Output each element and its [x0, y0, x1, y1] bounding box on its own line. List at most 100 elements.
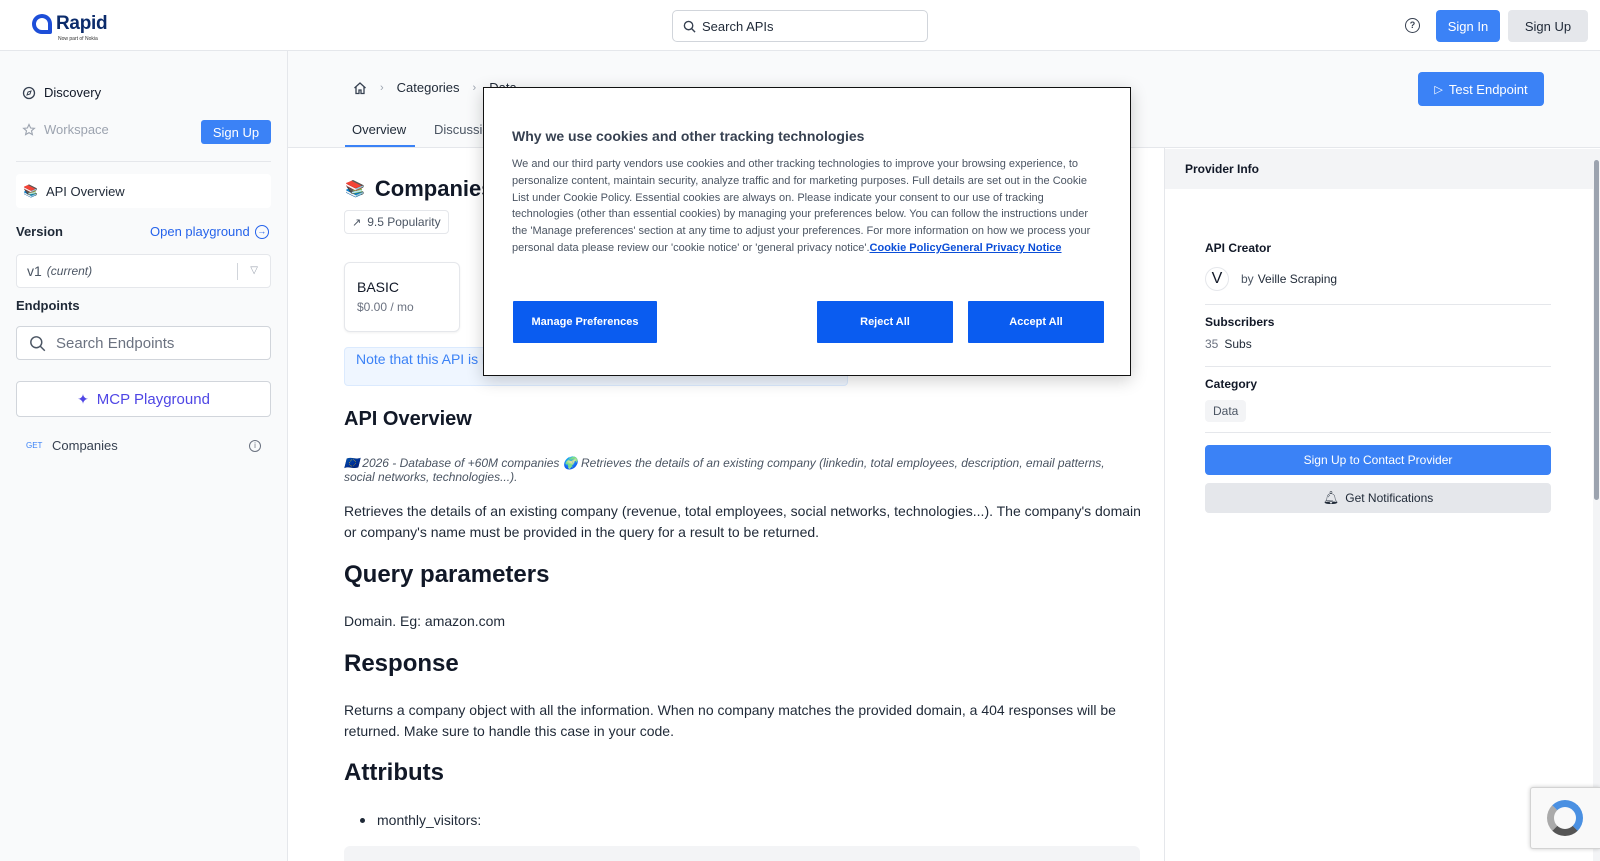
mcp-playground-label: MCP Playground: [96, 390, 210, 408]
get-notifications-button[interactable]: 🔔︎ Get Notifications: [1205, 483, 1551, 513]
sidebar-divider: [16, 161, 271, 162]
api-overview-label: API Overview: [45, 183, 125, 199]
accept-all-button[interactable]: Accept All: [968, 301, 1104, 343]
open-playground-link[interactable]: Open playground →: [150, 224, 269, 239]
endpoint-method: GET: [26, 441, 43, 450]
breadcrumb-item[interactable]: Categories: [397, 80, 460, 95]
scrollbar-thumb[interactable]: [1594, 160, 1599, 500]
search-apis-input[interactable]: Search APIs: [672, 10, 928, 42]
cookie-dialog-body: We and our third party vendors use cooki…: [512, 156, 1102, 257]
query-parameters-text: Domain. Eg: amazon.com: [344, 613, 506, 629]
sidebar-item-api-overview[interactable]: 📚 API Overview: [16, 174, 271, 208]
version-note: (current): [46, 264, 93, 278]
api-summary: 🇪🇺 2026 - Database of +60M companies 🌍 R…: [344, 456, 1105, 484]
books-icon: 📚: [345, 181, 365, 198]
bell-icon: 🔔︎: [1322, 490, 1340, 505]
test-endpoint-label: Test Endpoint: [1448, 81, 1528, 97]
attributs-heading: Attributs: [344, 759, 444, 786]
divider: [1205, 432, 1551, 433]
logo-text: Rapid: [56, 13, 108, 34]
subscribers-label: Subscribers: [1205, 315, 1275, 329]
search-endpoints-input[interactable]: Search Endpoints: [16, 326, 271, 360]
category-label: Category: [1205, 377, 1258, 391]
endpoint-item-companies[interactable]: GET Companies i: [26, 438, 271, 453]
sidebar-label-workspace: Workspace: [44, 122, 109, 137]
divider: [1205, 304, 1551, 305]
open-playground-label: Open playground: [150, 224, 250, 239]
select-separator: [237, 263, 238, 280]
arrow-right-circle-icon: →: [254, 224, 269, 239]
search-icon: [683, 20, 696, 33]
recaptcha-icon: [1547, 800, 1583, 836]
cookie-dialog-title: Why we use cookies and other tracking te…: [512, 128, 865, 144]
attribute-name: monthly_visitors:: [377, 812, 482, 828]
divider: [1205, 366, 1551, 367]
plan-name: BASIC: [357, 279, 400, 295]
home-icon[interactable]: [353, 81, 367, 95]
query-parameters-heading: Query parameters: [344, 561, 550, 588]
sign-up-button[interactable]: Sign Up: [1508, 10, 1588, 42]
plan-price: $0.00 / mo: [357, 300, 414, 314]
cookie-consent-dialog: Why we use cookies and other tracking te…: [483, 87, 1131, 376]
search-placeholder: Search APIs: [702, 18, 774, 34]
play-icon: ▷: [1434, 83, 1443, 96]
logo-tagline: Now part of Nokia: [58, 36, 98, 42]
books-icon: 📚: [23, 184, 38, 198]
sign-up-to-contact-provider-button[interactable]: Sign Up to Contact Provider: [1205, 445, 1551, 475]
cookie-policy-link[interactable]: Cookie Policy: [870, 242, 942, 254]
creator-name: Veille Scraping: [1257, 272, 1338, 286]
rapid-logo-icon: [32, 14, 52, 34]
breadcrumb-separator: ›: [380, 81, 384, 94]
pricing-plan-basic[interactable]: BASIC $0.00 / mo: [344, 262, 460, 332]
avatar: V: [1205, 267, 1229, 291]
popularity-badge: ↗ 9.5 Popularity: [344, 210, 449, 234]
bullet-dot: [360, 817, 365, 823]
mcp-playground-button[interactable]: ✦ MCP Playground: [16, 381, 271, 417]
left-sidebar: Discovery Workspace Sign Up 📚 API Overvi…: [0, 51, 288, 861]
endpoint-name: Companies: [52, 438, 118, 453]
get-notifications-label: Get Notifications: [1345, 491, 1434, 505]
search-endpoints-placeholder: Search Endpoints: [56, 334, 175, 352]
breadcrumb-separator: ›: [472, 81, 477, 94]
api-description: Retrieves the details of an existing com…: [344, 503, 1141, 540]
list-item: monthly_visitors:: [360, 812, 481, 828]
active-tab-indicator: [345, 145, 415, 147]
tab-overview[interactable]: Overview: [352, 122, 406, 137]
sparkle-icon: ✦: [77, 390, 89, 407]
provider-info-header: Provider Info: [1165, 149, 1593, 189]
sidebar-label-discovery: Discovery: [44, 85, 102, 100]
subscribers-number: 35: [1205, 337, 1219, 351]
recaptcha-badge[interactable]: [1530, 787, 1600, 849]
trending-up-icon: ↗: [352, 216, 362, 229]
sidebar-sign-up-button[interactable]: Sign Up: [201, 120, 271, 144]
cookie-dialog-text: We and our third party vendors use cooki…: [512, 158, 1091, 254]
endpoints-label: Endpoints: [16, 298, 80, 313]
general-privacy-notice-link[interactable]: General Privacy Notice: [942, 242, 1062, 254]
response-text: Returns a company object with all the in…: [344, 702, 1116, 739]
code-block: [344, 846, 1140, 861]
creator-by: by: [1241, 272, 1254, 286]
version-select[interactable]: v1 (current) ▽: [16, 254, 271, 288]
version-value: v1: [27, 263, 42, 279]
chevron-down-icon: ▽: [250, 265, 258, 276]
subscribers-count: 35 Subs: [1205, 337, 1252, 351]
rapid-logo[interactable]: Rapid Now part of Nokia: [32, 13, 108, 42]
sign-in-button[interactable]: Sign In: [1436, 10, 1500, 42]
manage-preferences-button[interactable]: Manage Preferences: [513, 301, 657, 343]
sidebar-item-workspace[interactable]: Workspace: [22, 122, 109, 137]
search-icon: [30, 335, 46, 351]
api-creator-label: API Creator: [1205, 241, 1272, 255]
reject-all-button[interactable]: Reject All: [817, 301, 953, 343]
popularity-value: 9.5 Popularity: [367, 215, 441, 229]
api-overview-heading: API Overview: [344, 408, 472, 430]
api-creator[interactable]: V by Veille Scraping: [1205, 267, 1337, 291]
version-label: Version: [16, 224, 63, 239]
compass-icon: [22, 86, 36, 99]
question-circle-icon[interactable]: ?: [1405, 18, 1420, 33]
star-icon: [22, 122, 36, 136]
subscribers-unit: Subs: [1224, 337, 1252, 351]
test-endpoint-button[interactable]: ▷ Test Endpoint: [1418, 72, 1544, 106]
info-icon[interactable]: i: [249, 439, 261, 452]
category-badge[interactable]: Data: [1205, 400, 1247, 422]
sidebar-item-discovery[interactable]: Discovery: [22, 85, 101, 100]
